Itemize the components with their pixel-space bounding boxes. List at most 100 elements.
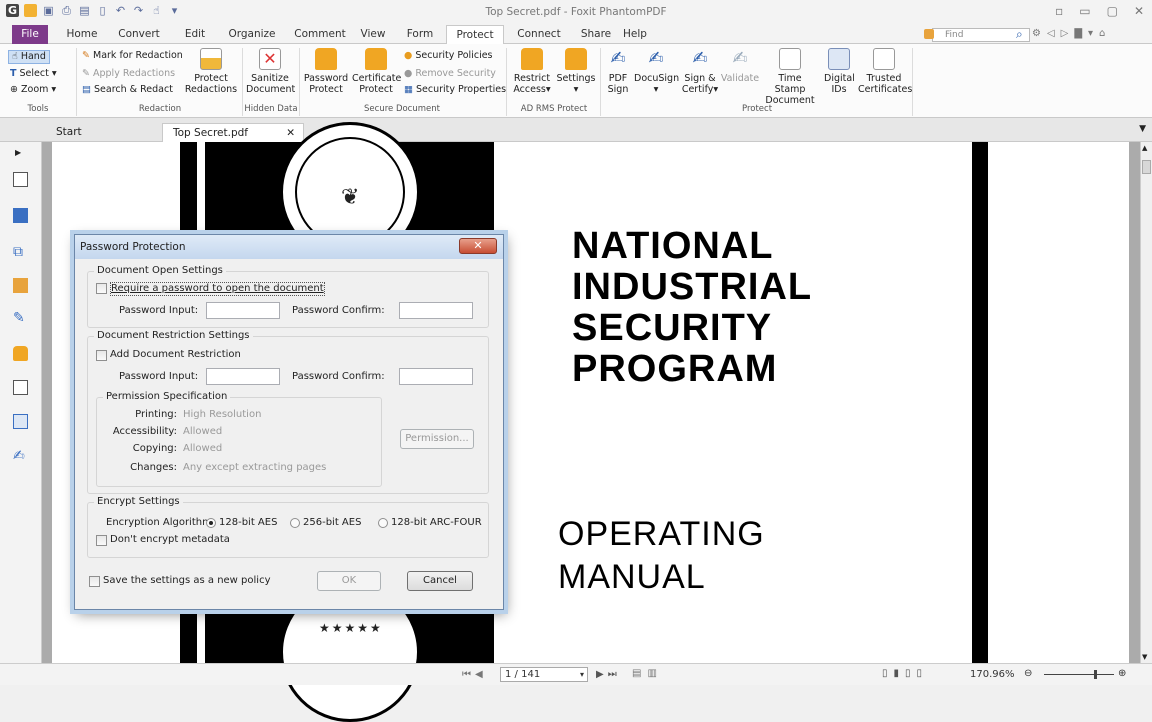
tab-convert[interactable]: Convert <box>114 25 164 44</box>
restrict-label-2-wrap: Access▾ <box>513 84 551 95</box>
tab-file[interactable]: File <box>12 25 48 44</box>
restriction-password-confirm-input[interactable] <box>399 368 473 385</box>
permission-button[interactable]: Permission... <box>400 429 474 449</box>
restriction-password-input[interactable] <box>206 368 280 385</box>
maximize-icon[interactable]: ▢ <box>1107 4 1118 18</box>
time-stamp-button[interactable]: Time Stamp Document <box>762 48 818 106</box>
dont-encrypt-metadata-checkbox[interactable] <box>96 535 107 546</box>
apply-redactions-button[interactable]: ✎ Apply Redactions <box>82 68 175 80</box>
tab-view[interactable]: View <box>356 25 390 44</box>
tab-help[interactable]: Help <box>618 25 652 44</box>
tab-top-secret-pdf[interactable]: Top Secret.pdf ✕ <box>162 123 304 142</box>
scroll-down-icon[interactable]: ▼ <box>1142 653 1147 661</box>
ribbon-options-icon[interactable]: ▫ <box>1055 4 1063 18</box>
open-password-confirm-input[interactable] <box>399 302 473 319</box>
vertical-scrollbar[interactable]: ▲ ▼ <box>1140 142 1152 663</box>
tab-list-icon[interactable]: ▼ <box>1139 124 1146 134</box>
zoom-level[interactable]: 170.96% <box>970 669 1015 680</box>
tab-comment[interactable]: Comment <box>292 25 348 44</box>
sign-certify-button[interactable]: ✍ Sign & Certify▾ <box>680 48 720 95</box>
layers-icon[interactable] <box>13 208 28 223</box>
tab-home[interactable]: Home <box>62 25 102 44</box>
protect-redactions-button[interactable]: Protect Redactions <box>184 48 238 95</box>
search-icon[interactable]: ⌕ <box>1016 27 1023 42</box>
aes256-radio[interactable] <box>290 518 300 528</box>
dont-encrypt-metadata-label[interactable]: Don't encrypt metadata <box>110 534 230 546</box>
search-redact-button[interactable]: ▤ Search & Redact <box>82 84 173 96</box>
save-as-policy-label[interactable]: Save the settings as a new policy <box>103 575 270 587</box>
arcfour-label[interactable]: 128-bit ARC-FOUR <box>391 517 482 529</box>
sanitize-document-button[interactable]: ✕ Sanitize Document <box>246 48 295 95</box>
page-number-input[interactable]: 1 / 141 ▾ <box>500 667 588 682</box>
next-last-page-icons[interactable]: ▶⏭ <box>596 669 621 680</box>
tab-share[interactable]: Share <box>576 25 616 44</box>
restrict-access-button[interactable]: Restrict Access▾ <box>510 48 554 95</box>
document-tab-bar: Start Top Secret.pdf ✕ ▼ <box>0 118 1152 142</box>
tab-protect[interactable]: Protect <box>446 25 504 45</box>
group-label-tools: Tools <box>27 104 49 114</box>
select-label: Select <box>19 68 49 79</box>
pdf-sign-button[interactable]: ✍ PDF Sign <box>604 48 632 95</box>
trusted-certificates-button[interactable]: Trusted Certificates <box>858 48 912 95</box>
fields-icon[interactable] <box>13 414 28 429</box>
certify-icon[interactable]: ✍ <box>13 448 28 464</box>
close-icon[interactable]: ✕ <box>1134 4 1144 18</box>
zoom-tool-button[interactable]: ⊕ Zoom ▾ <box>10 84 56 96</box>
require-password-label[interactable]: Require a password to open the document <box>110 282 325 296</box>
docusign-button[interactable]: ✍ DocuSign ▾ <box>634 48 679 95</box>
bookmarks-icon[interactable]: ⧉ <box>13 244 28 260</box>
tab-start[interactable]: Start <box>46 123 154 142</box>
arcfour-radio[interactable] <box>378 518 388 528</box>
expand-panel-icon[interactable]: ▶ <box>15 148 21 157</box>
tab-form[interactable]: Form <box>402 25 438 44</box>
add-restriction-label[interactable]: Add Document Restriction <box>110 349 241 361</box>
save-as-policy-checkbox[interactable] <box>89 576 100 587</box>
status-bar: ⏮◀ 1 / 141 ▾ ▶⏭ ▤▥ ▯▮▯▯ 170.96% ⊖ ⊕ <box>0 663 1152 685</box>
cancel-button[interactable]: Cancel <box>407 571 473 591</box>
comments-icon[interactable] <box>13 278 28 293</box>
title-line-1: NATIONAL <box>572 225 774 267</box>
sanitize-label-1: Sanitize <box>251 73 289 84</box>
security-icon[interactable] <box>13 346 28 361</box>
nav-buttons[interactable]: ⚙◁▷▇▾⌂ <box>1032 28 1111 39</box>
layout-mode-icons[interactable]: ▯▮▯▯ <box>882 668 928 679</box>
pdf-sign-label-2: Sign <box>607 84 629 95</box>
select-tool-button[interactable]: T Select ▾ <box>10 68 57 80</box>
remove-security-button[interactable]: ● Remove Security <box>404 68 496 80</box>
add-restriction-checkbox[interactable] <box>96 350 107 361</box>
tab-connect[interactable]: Connect <box>514 25 564 44</box>
title-line-3: SECURITY <box>572 307 773 349</box>
security-properties-button[interactable]: ▦ Security Properties <box>404 84 506 96</box>
tab-organize[interactable]: Organize <box>224 25 280 44</box>
rms-settings-button[interactable]: Settings ▾ <box>556 48 596 95</box>
zoom-in-icon[interactable]: ⊕ <box>1118 668 1126 679</box>
aes256-label[interactable]: 256-bit AES <box>303 517 361 529</box>
attachment-icon[interactable]: ✎ <box>13 310 28 326</box>
ok-button[interactable]: OK <box>317 571 381 591</box>
zoom-out-icon[interactable]: ⊖ <box>1024 668 1032 679</box>
page-dropdown-icon[interactable]: ▾ <box>580 668 584 681</box>
certificate-protect-button[interactable]: Certificate Protect <box>352 48 401 95</box>
open-password-input[interactable] <box>206 302 280 319</box>
scroll-up-icon[interactable]: ▲ <box>1142 144 1147 152</box>
minimize-icon[interactable]: ▭ <box>1079 4 1090 18</box>
signatures-icon[interactable] <box>13 380 28 395</box>
zoom-slider-track[interactable] <box>1044 674 1114 675</box>
dialog-close-button[interactable]: ✕ <box>459 238 497 254</box>
hand-tool-button[interactable]: ☝ Hand <box>8 50 50 64</box>
zoom-slider-thumb[interactable] <box>1094 670 1097 679</box>
aes128-label[interactable]: 128-bit AES <box>219 517 277 529</box>
first-prev-page-icons[interactable]: ⏮◀ <box>462 669 487 680</box>
close-tab-icon[interactable]: ✕ <box>286 124 295 143</box>
digital-ids-button[interactable]: Digital IDs <box>824 48 855 95</box>
mark-for-redaction-button[interactable]: ✎ Mark for Redaction <box>82 50 183 62</box>
validate-button[interactable]: ✍ Validate <box>720 48 760 84</box>
tab-edit[interactable]: Edit <box>178 25 212 44</box>
page-thumbnails-icon[interactable] <box>13 172 28 187</box>
password-protect-button[interactable]: Password Protect <box>303 48 349 95</box>
require-password-checkbox[interactable] <box>96 283 107 294</box>
aes128-radio[interactable] <box>206 518 216 528</box>
page-view-icons[interactable]: ▤▥ <box>632 668 663 679</box>
security-policies-button[interactable]: ● Security Policies <box>404 50 493 62</box>
scroll-thumb[interactable] <box>1142 160 1151 174</box>
